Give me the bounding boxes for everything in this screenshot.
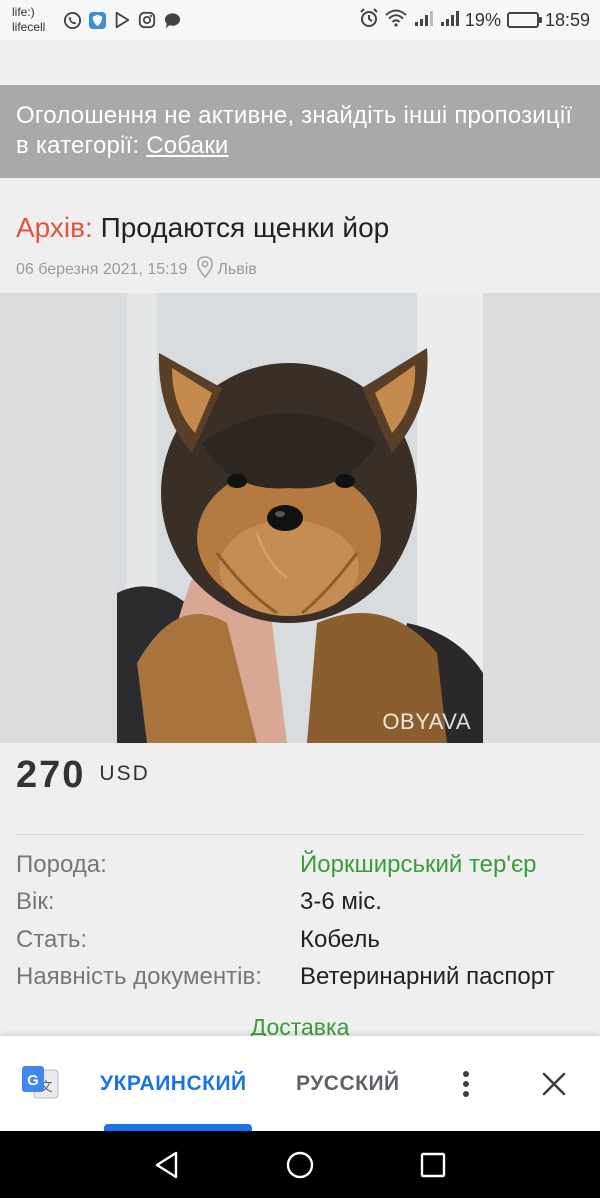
play-store-icon: [112, 10, 132, 30]
attribute-key: Порода:: [16, 850, 107, 878]
inactive-listing-notice: Оголошення не активне, знайдіть інші про…: [0, 85, 600, 178]
carrier-label: life:) lifecell: [12, 5, 52, 35]
attribute-value: Кобель: [300, 925, 380, 953]
tab-language-ukrainian[interactable]: УКРАИНСКИЙ: [100, 1072, 247, 1096]
attribute-key: Вік:: [16, 888, 55, 916]
close-icon[interactable]: [534, 1064, 574, 1104]
location-pin-icon: [197, 256, 214, 283]
attribute-value: 3-6 міс.: [300, 888, 382, 916]
more-options-icon[interactable]: [452, 1064, 480, 1104]
attribute-value-breed-link[interactable]: Йоркширський тер'єр: [300, 851, 537, 879]
alarm-icon: [359, 7, 379, 33]
battery-icon: [506, 12, 542, 28]
price-divider: [16, 834, 584, 835]
wifi-icon: [385, 9, 407, 32]
attribute-value: Ветеринарний паспорт: [300, 963, 555, 991]
shield-app-icon: [87, 10, 107, 30]
listing-title-text: Продаются щенки йор: [100, 212, 390, 243]
listing-photo-puppy[interactable]: OBYAVA: [117, 293, 483, 743]
chat-icon: [162, 10, 182, 30]
carrier-line-1: life:): [12, 5, 35, 19]
listing-date: 06 березня 2021, 15:19: [16, 260, 188, 278]
attribute-row-breed: Порода: Йоркширський тер'єр: [16, 846, 596, 884]
active-tab-indicator: [104, 1124, 252, 1131]
viber-icon: [62, 10, 82, 30]
listing-location: Львів: [197, 256, 257, 283]
status-bar: life:) lifecell 19% 18:59: [0, 0, 600, 40]
notice-text: Оголошення не активне, знайдіть інші про…: [16, 102, 573, 159]
attribute-row-age: Вік: 3-6 міс.: [16, 884, 596, 922]
attribute-key: Наявність документів:: [16, 963, 262, 991]
listing-meta: 06 березня 2021, 15:19 Львів: [16, 256, 257, 283]
signal-icon-sim2: [439, 9, 459, 32]
recents-icon[interactable]: [403, 1135, 463, 1195]
instagram-icon: [137, 10, 157, 30]
price-currency: USD: [99, 762, 150, 785]
translate-bar: 文 G УКРАИНСКИЙ РУССКИЙ: [0, 1036, 600, 1131]
home-icon[interactable]: [270, 1135, 330, 1195]
attribute-row-documents: Наявність документів: Ветеринарний паспо…: [16, 959, 596, 997]
photo-gallery[interactable]: OBYAVA: [0, 293, 600, 743]
back-icon[interactable]: [137, 1135, 197, 1195]
system-navigation-bar: [0, 1131, 600, 1198]
location-text: Львів: [217, 260, 257, 278]
battery-percent: 19%: [464, 9, 501, 30]
svg-text:G: G: [27, 1072, 39, 1089]
attribute-row-sex: Стать: Кобель: [16, 921, 596, 959]
carrier-line-2: lifecell: [12, 20, 46, 34]
category-link-dogs[interactable]: Собаки: [146, 132, 228, 159]
signal-icon-sim1: [413, 9, 433, 32]
listing-title: Архів: Продаются щенки йор: [16, 212, 389, 244]
photo-watermark: OBYAVA: [382, 709, 471, 734]
attributes-list: Порода: Йоркширський тер'єр Вік: 3-6 міс…: [16, 846, 596, 996]
tab-language-russian[interactable]: РУССКИЙ: [296, 1072, 400, 1096]
status-time: 18:59: [544, 9, 590, 30]
attribute-key: Стать:: [16, 925, 88, 953]
price-block: 270 USD: [16, 754, 150, 797]
price-amount: 270: [16, 754, 86, 796]
google-translate-icon[interactable]: 文 G: [20, 1064, 60, 1102]
archive-label: Архів:: [16, 212, 93, 243]
